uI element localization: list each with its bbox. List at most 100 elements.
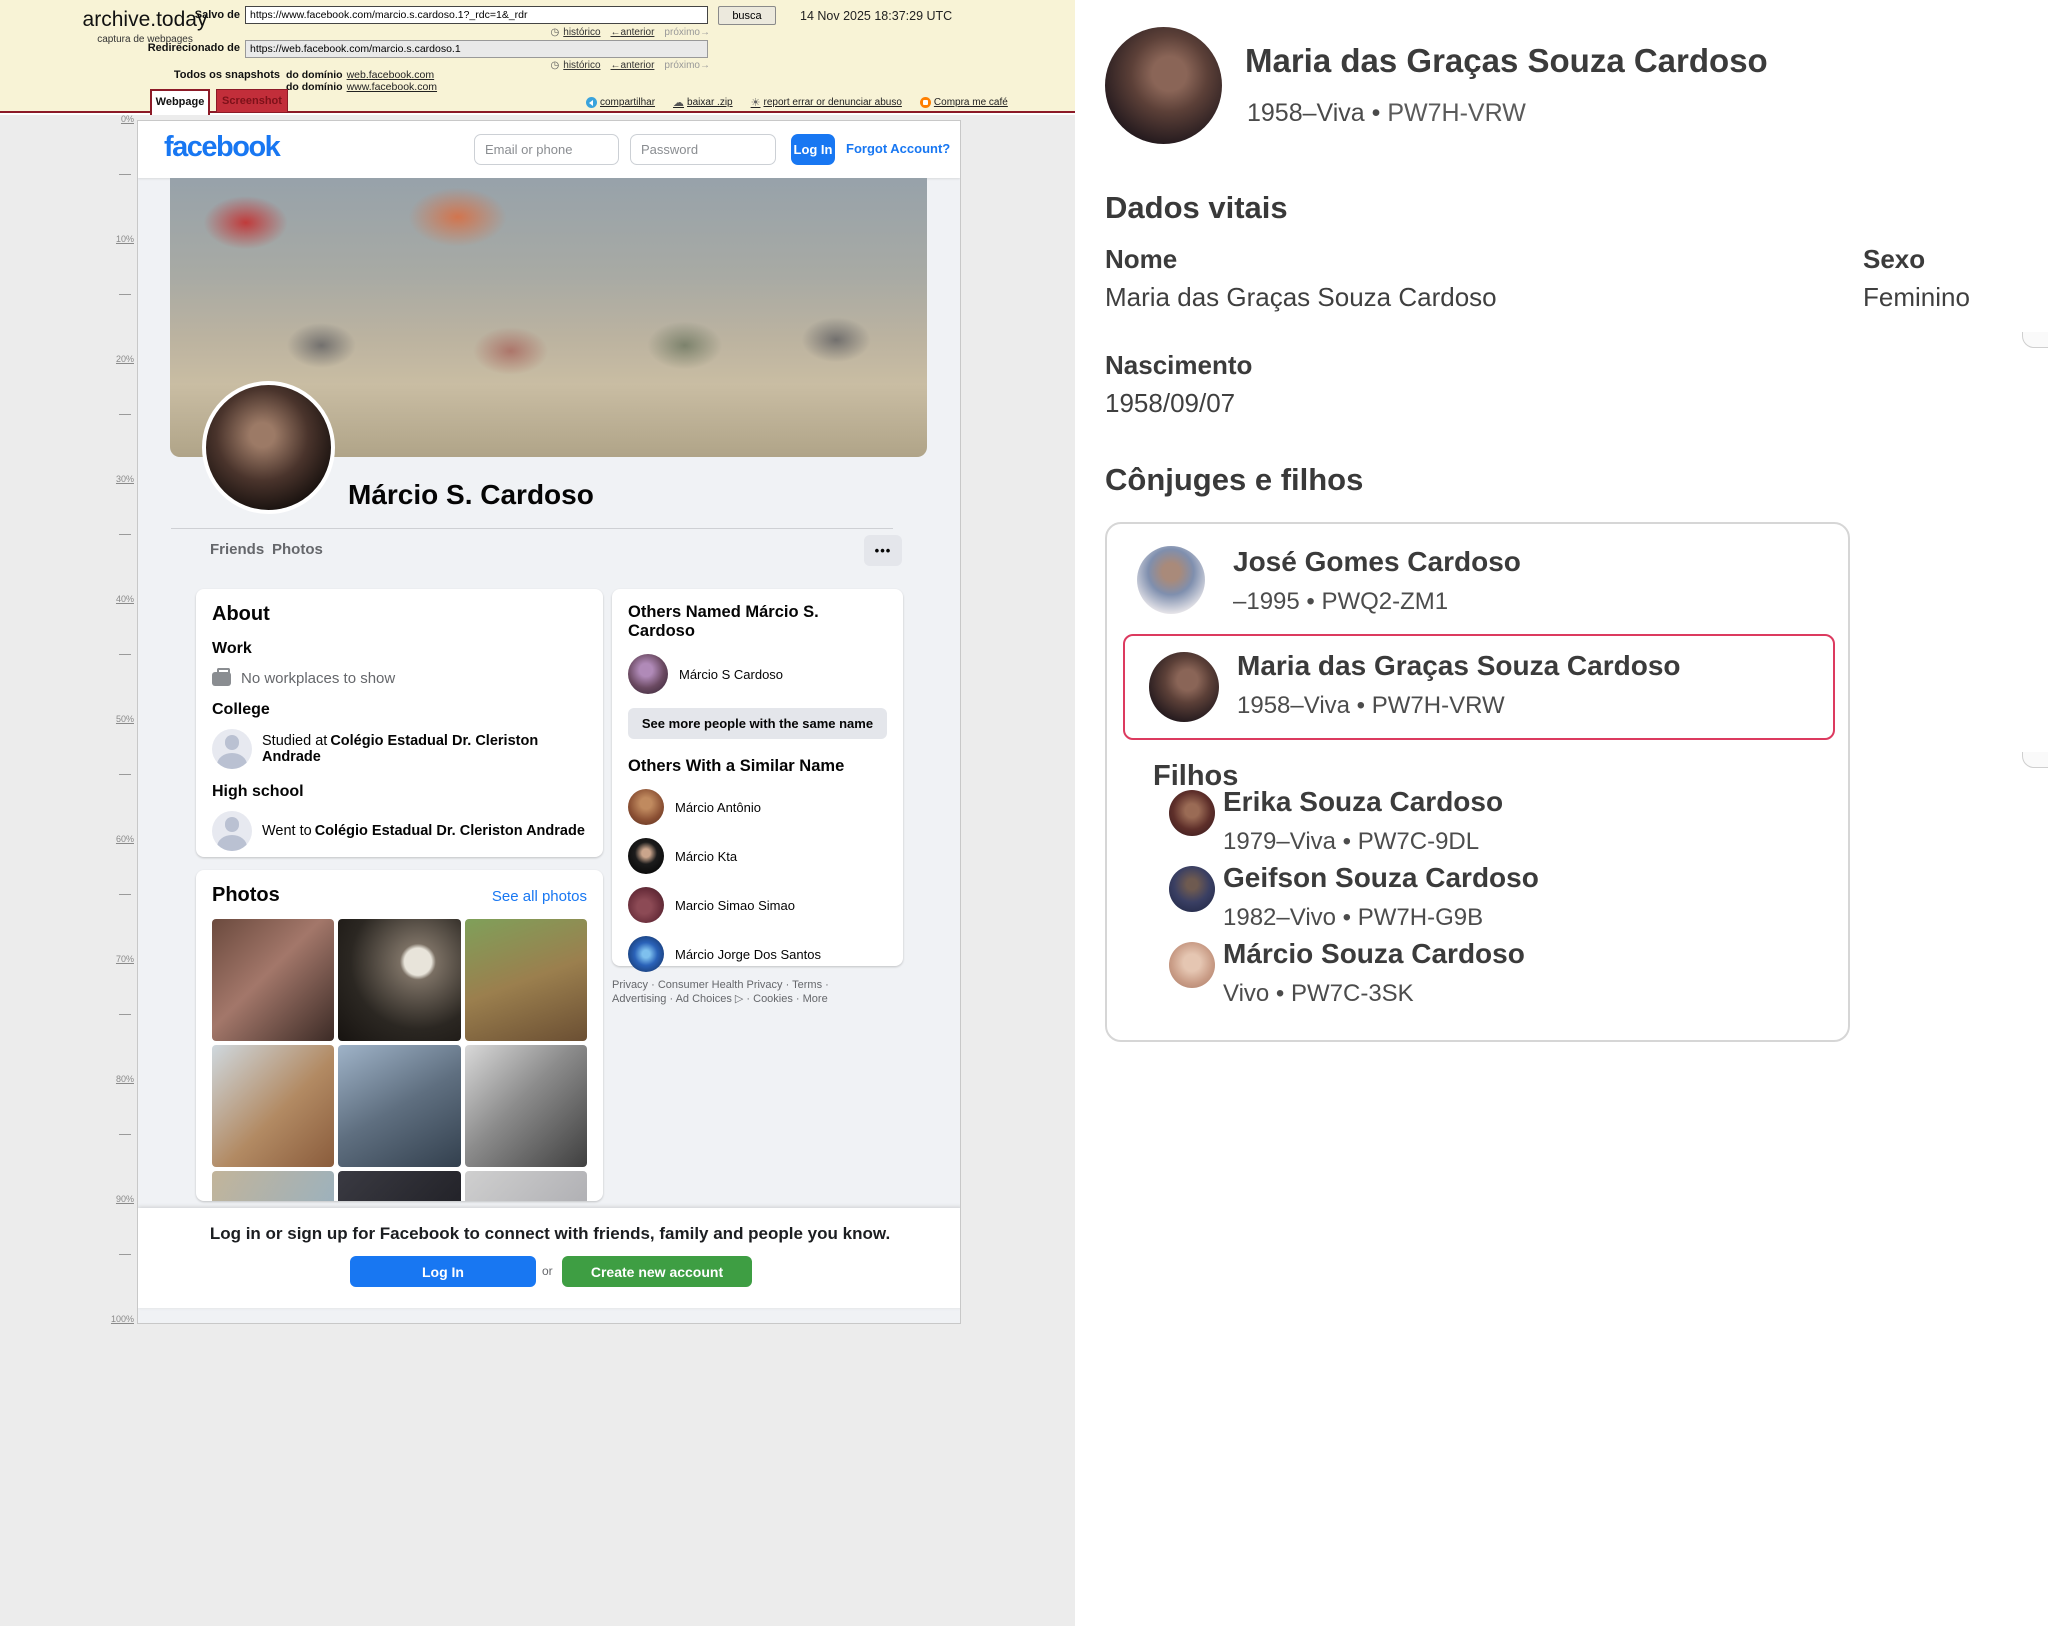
snapshot-timestamp: 14 Nov 2025 18:37:29 UTC [800,9,952,23]
report-abuse-link[interactable]: ☀report errar or denunciar abuso [751,96,902,109]
child-name[interactable]: Erika Souza Cardoso [1223,786,1503,818]
buy-coffee-link[interactable]: Compra me café [920,97,1008,108]
similar-person-row[interactable]: Márcio Antônio [628,789,887,825]
report-icon: ☀ [751,96,761,109]
offscreen-card-corner [2022,752,2048,768]
avatar [628,654,668,694]
ruler-label[interactable]: 70% [90,954,134,964]
college-prefix: Studied at [262,733,327,749]
avatar [628,936,664,972]
photo-thumbnail[interactable] [212,1045,334,1167]
email-field[interactable] [474,134,619,165]
ruler-label[interactable]: 100% [90,1314,134,1324]
share-link[interactable]: compartilhar [586,97,655,108]
history-link[interactable]: histórico [563,60,600,71]
ruler-label[interactable]: 60% [90,834,134,844]
all-snapshots-label: Todos os snapshots [120,69,280,81]
spouse-meta: –1995 • PWQ2-ZM1 [1233,588,1448,616]
photo-thumbnail[interactable] [212,1171,334,1201]
saved-from-label: Salvo de [100,9,240,21]
clock-icon: ◷ [551,60,560,71]
ruler-tick [119,534,131,535]
photo-thumbnail[interactable] [465,919,587,1041]
spouse-portrait[interactable] [1137,546,1205,614]
similar-person-row[interactable]: Márcio Kta [628,838,887,874]
prev-link[interactable]: ←anterior [611,27,655,38]
person-name: Maria das Graças Souza Cardoso [1245,42,1768,80]
tab-friends[interactable]: Friends [210,541,264,558]
photo-thumbnail[interactable] [338,919,460,1041]
ruler-label[interactable]: 20% [90,354,134,364]
facebook-footer-links[interactable]: Privacy · Consumer Health Privacy · Term… [612,978,884,1006]
birth-label: Nascimento [1105,350,1252,381]
work-row: No workplaces to show [212,670,587,687]
ruler-label[interactable]: 0% [90,114,134,124]
banner-message: Log in or sign up for Facebook to connec… [138,1224,961,1244]
prev-link[interactable]: ←anterior [611,60,655,71]
spouse-name[interactable]: José Gomes Cardoso [1233,546,1521,578]
selected-portrait [1149,652,1219,722]
photo-thumbnail[interactable] [338,1171,460,1201]
ruler-label[interactable]: 30% [90,474,134,484]
redirect-url-input[interactable] [245,40,708,58]
child-portrait[interactable] [1169,866,1215,912]
snapshots-domain-row-1: do domínioweb.facebook.com [286,69,434,81]
password-field[interactable] [630,134,776,165]
download-zip-link[interactable]: ☁baixar .zip [673,96,733,109]
tab-photos[interactable]: Photos [272,541,323,558]
login-button[interactable]: Log In [791,134,835,165]
photo-thumbnail[interactable] [465,1171,587,1201]
more-options-button[interactable]: ••• [864,535,902,566]
photos-title: Photos [212,884,280,907]
ruler-label[interactable]: 40% [90,594,134,604]
name-label: Nome [1105,244,1177,275]
domain-link-web[interactable]: web.facebook.com [347,69,435,81]
search-button[interactable]: busca [718,6,776,25]
ruler-tick [119,1134,131,1135]
photo-grid [212,919,587,1201]
tab-screenshot[interactable]: Screenshot [216,89,288,113]
highschool-row[interactable]: Went toColégio Estadual Dr. Cleriston An… [212,811,587,851]
profile-picture[interactable] [202,381,335,514]
child-name[interactable]: Márcio Souza Cardoso [1223,938,1525,970]
tab-webpage[interactable]: Webpage [150,89,210,115]
forgot-account-link[interactable]: Forgot Account? [846,141,950,156]
ruler-label[interactable]: 90% [90,1194,134,1204]
domain-link-www[interactable]: www.facebook.com [347,81,437,93]
family-title: Cônjuges e filhos [1105,462,1363,498]
same-name-person-row[interactable]: Márcio S Cardoso [628,654,887,694]
ruler-label[interactable]: 80% [90,1074,134,1084]
photo-thumbnail[interactable] [212,919,334,1041]
cloud-download-icon: ☁ [673,96,684,109]
college-row[interactable]: Studied atColégio Estadual Dr. Cleriston… [212,729,587,769]
photo-thumbnail[interactable] [465,1045,587,1167]
person-portrait[interactable] [1105,27,1222,144]
similar-person-row[interactable]: Márcio Jorge Dos Santos [628,936,887,972]
history-link[interactable]: histórico [563,27,600,38]
similar-person-row[interactable]: Marcio Simao Simao [628,887,887,923]
domain-label: do domínio [286,81,343,93]
photo-thumbnail[interactable] [338,1045,460,1167]
create-account-button[interactable]: Create new account [562,1256,752,1287]
person-id: PW7H-VRW [1387,99,1525,127]
person-name: Márcio Antônio [675,800,761,815]
see-all-photos-link[interactable]: See all photos [492,888,587,905]
ruler-tick [119,1014,131,1015]
child-portrait[interactable] [1169,790,1215,836]
avatar [628,838,664,874]
child-portrait[interactable] [1169,942,1215,988]
work-label: Work [212,640,587,658]
ruler-label[interactable]: 50% [90,714,134,724]
ruler-tick [119,654,131,655]
snapshots-domain-row-2: do domínio www.facebook.com [286,81,437,93]
briefcase-icon [212,672,231,686]
banner-login-button[interactable]: Log In [350,1256,536,1287]
see-more-button[interactable]: See more people with the same name [628,708,887,739]
school-avatar-icon [212,811,252,851]
facebook-logo[interactable]: facebook [164,131,279,164]
child-name[interactable]: Geifson Souza Cardoso [1223,862,1539,894]
ruler-label[interactable]: 10% [90,234,134,244]
saved-url-input[interactable] [245,6,708,24]
selected-person-box[interactable]: Maria das Graças Souza Cardoso 1958–Viva… [1123,634,1835,740]
highschool-label: High school [212,783,587,801]
